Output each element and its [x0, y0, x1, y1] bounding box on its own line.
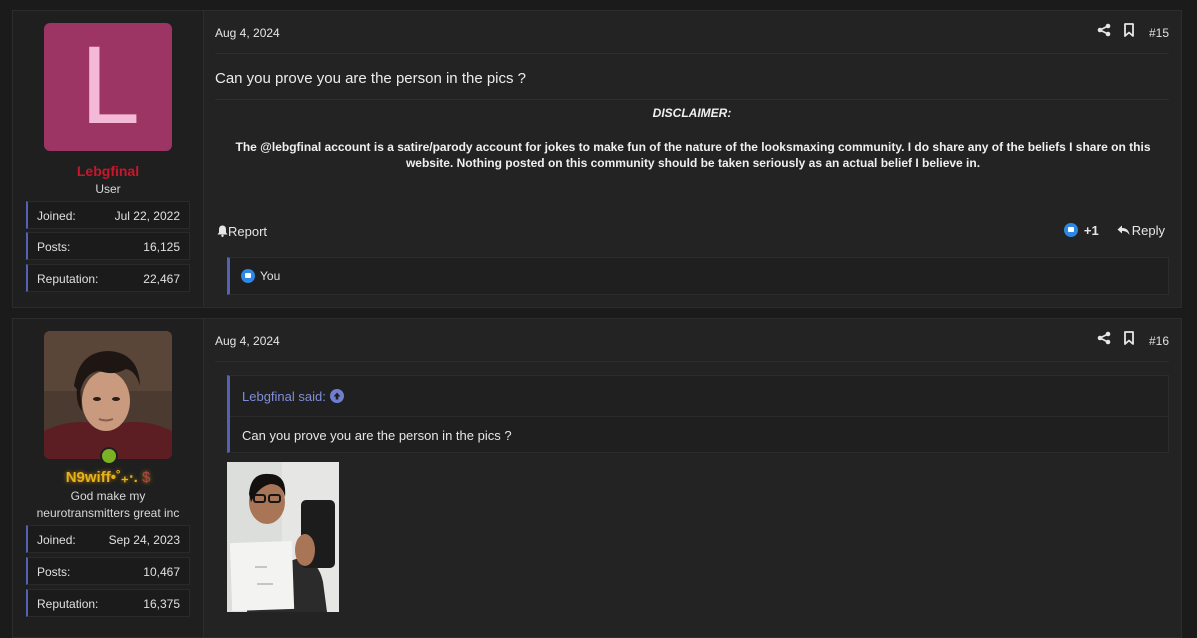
stat-posts: Posts: 16,125 [26, 232, 190, 260]
like-icon[interactable] [1063, 223, 1078, 237]
username[interactable]: N9wiff•˚₊‧. $ [13, 468, 203, 486]
reactions-bar[interactable]: You [227, 257, 1169, 295]
post-actions: #16 [1097, 331, 1169, 351]
stat-label: Posts: [37, 240, 71, 254]
reaction-count[interactable]: +1 [1084, 223, 1099, 238]
stat-posts: Posts: 10,467 [26, 557, 190, 585]
post-16: N9wiff•˚₊‧. $ God make my neurotransmitt… [12, 318, 1182, 638]
bookmark-icon[interactable] [1123, 23, 1139, 41]
like-icon [241, 269, 255, 283]
post-number[interactable]: #16 [1149, 334, 1169, 348]
stat-label: Joined: [37, 533, 76, 547]
online-indicator [100, 447, 118, 465]
stat-label: Posts: [37, 565, 71, 579]
quote-header: Lebgfinal said: [230, 376, 1168, 417]
stat-joined: Joined: Sep 24, 2023 [26, 525, 190, 553]
stat-label: Reputation: [37, 597, 99, 611]
disclaimer-title: DISCLAIMER: [652, 106, 732, 120]
divider [215, 361, 1169, 362]
quote-block: Lebgfinal said: Can you prove you are th… [227, 375, 1169, 453]
bookmark-icon[interactable] [1123, 331, 1139, 349]
username-text: N9wiff•˚₊‧. [65, 469, 138, 486]
post-main: Aug 4, 2024 #15 Can you prove you are th… [215, 11, 1181, 307]
stat-value: 10,467 [143, 565, 180, 579]
stat-value: Jul 22, 2022 [114, 209, 180, 223]
avatar[interactable]: L [44, 23, 172, 151]
attached-photo [227, 462, 339, 612]
username[interactable]: Lebgfinal [13, 163, 203, 179]
stat-reputation: Reputation: 22,467 [26, 264, 190, 292]
user-cell: N9wiff•˚₊‧. $ God make my neurotransmitt… [13, 319, 204, 637]
share-icon[interactable] [1097, 23, 1113, 41]
stat-value: 22,467 [143, 272, 180, 286]
stat-joined: Joined: Jul 22, 2022 [26, 201, 190, 229]
disclaimer-body: The @lebgfinal account is a satire/parod… [235, 140, 1151, 170]
report-label: Report [228, 224, 268, 239]
share-icon[interactable] [1097, 331, 1113, 349]
arrow-up-icon[interactable] [330, 389, 344, 403]
divider [215, 53, 1169, 54]
user-title: God make my neurotransmitters great inc [36, 489, 180, 520]
message-text: Can you prove you are the person in the … [215, 70, 527, 87]
report-button[interactable]: Report [217, 224, 267, 239]
attached-image[interactable] [227, 462, 339, 612]
reacted-by[interactable]: You [260, 269, 280, 283]
post-date[interactable]: Aug 4, 2024 [215, 26, 280, 40]
signature-divider [215, 99, 1169, 100]
reply-button[interactable]: Reply [1117, 223, 1165, 238]
stat-reputation: Reputation: 16,375 [26, 589, 190, 617]
reply-label: Reply [1131, 223, 1165, 238]
post-date[interactable]: Aug 4, 2024 [215, 334, 280, 348]
avatar-photo [44, 331, 172, 459]
post-number[interactable]: #15 [1149, 26, 1169, 40]
post-15: L Lebgfinal User Joined: Jul 22, 2022 Po… [12, 10, 1182, 308]
user-title: User [95, 182, 121, 196]
stat-value: 16,375 [143, 597, 180, 611]
stat-label: Joined: [37, 209, 76, 223]
reaction-controls: +1 Reply [1063, 223, 1165, 238]
avatar[interactable] [44, 331, 172, 459]
stat-value: Sep 24, 2023 [108, 533, 180, 547]
stat-value: 16,125 [143, 240, 180, 254]
bell-icon [217, 225, 228, 237]
post-main: Aug 4, 2024 #16 Lebgfinal said: Can you … [215, 319, 1181, 637]
stat-label: Reputation: [37, 272, 99, 286]
quote-text: Can you prove you are the person in the … [242, 428, 512, 443]
reply-icon [1117, 225, 1130, 235]
quote-author-link[interactable]: Lebgfinal said: [242, 389, 326, 404]
username-symbol: $ [141, 469, 151, 486]
user-cell: L Lebgfinal User Joined: Jul 22, 2022 Po… [13, 11, 204, 307]
post-actions: #15 [1097, 23, 1169, 43]
